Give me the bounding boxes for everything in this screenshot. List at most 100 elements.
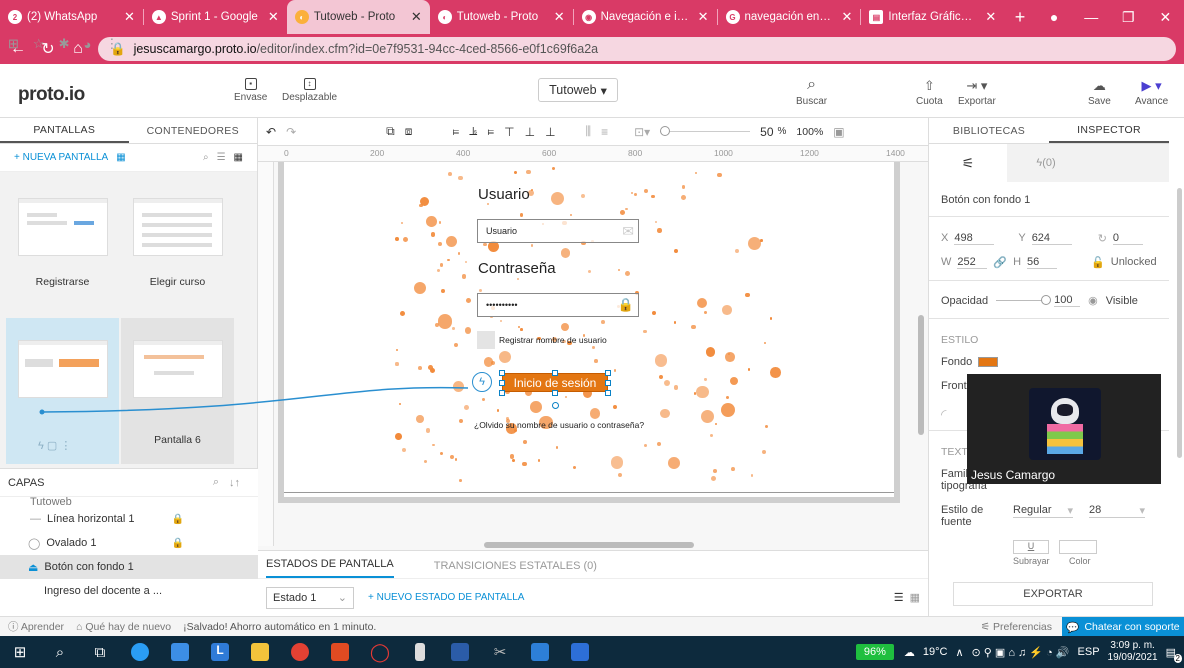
zoom-100-button[interactable]: 100% [796, 126, 823, 138]
remember-checkbox[interactable] [477, 331, 495, 349]
close-icon[interactable]: ✕ [554, 9, 565, 25]
avatar[interactable]: ◕ [83, 37, 91, 52]
opera-icon[interactable]: ◯ [360, 636, 400, 668]
tab-pantallas[interactable]: PANTALLAS [0, 118, 129, 143]
tray-icons[interactable]: ⊙ ⚲ ▣ ⌂ ♫ ⚡ ◔ 🔊 [972, 646, 1070, 659]
maximize-button[interactable]: ❐ [1110, 0, 1147, 34]
profile-icon[interactable]: ● [1036, 0, 1073, 34]
opacity-input[interactable]: 100 [1054, 294, 1081, 307]
ungroup-icon[interactable]: ⧈ [405, 124, 413, 139]
browser-tab-navegacion[interactable]: ◉ Navegación e inte ✕ [574, 0, 717, 34]
close-icon[interactable]: ✕ [411, 9, 422, 25]
extension-icon[interactable]: ✱ [59, 36, 70, 52]
canvas-hscrollbar[interactable] [484, 542, 694, 548]
preferences-link[interactable]: ⚟ Preferencias [981, 621, 1052, 633]
properties-tab[interactable]: ⚟ [929, 144, 1007, 182]
rotate-handle[interactable] [552, 402, 559, 409]
chrome-icon[interactable] [280, 636, 320, 668]
h-input[interactable]: 56 [1027, 256, 1058, 269]
translate-icon[interactable]: ⊞ [8, 36, 19, 52]
y-input[interactable]: 624 [1031, 232, 1072, 245]
phone-icon[interactable] [400, 636, 440, 668]
weather-icon[interactable]: ☁ [904, 646, 915, 659]
temperature[interactable]: 19°C [923, 646, 948, 658]
language-indicator[interactable]: ESP [1078, 646, 1100, 658]
username-field[interactable]: Usuario ✉ [477, 219, 639, 243]
battery-indicator[interactable]: 96% [855, 644, 894, 660]
align-center-icon[interactable]: ⫡ [469, 124, 477, 139]
align-top-icon[interactable]: ⊤ [504, 125, 514, 139]
tab-transiciones[interactable]: TRANSICIONES ESTATALES (0) [434, 560, 597, 578]
close-icon[interactable]: ✕ [124, 9, 135, 25]
redo-icon[interactable]: ↷ [286, 125, 296, 139]
align-bottom-icon[interactable]: ⊥ [545, 125, 555, 139]
rotation-input[interactable]: 0 [1112, 232, 1143, 245]
password-field[interactable]: •••••••••• 🔒 [477, 293, 639, 317]
list-view-icon[interactable]: ☰ [217, 152, 226, 163]
minimize-button[interactable]: — [1073, 0, 1110, 34]
notifications-icon[interactable]: ▤ 2 [1166, 646, 1182, 663]
office-icon[interactable] [320, 636, 360, 668]
lock-icon[interactable]: 🔒 [172, 538, 184, 549]
save-button[interactable]: ☁ Save [1088, 78, 1111, 107]
word-icon[interactable] [440, 636, 480, 668]
screen-thumb-elegir-curso[interactable]: Elegir curso [121, 172, 234, 306]
resize-handle[interactable] [499, 370, 505, 376]
edge-icon[interactable] [120, 636, 160, 668]
interactions-tab[interactable]: ϟ (0) [1007, 144, 1085, 182]
canvas-vscrollbar[interactable] [918, 315, 924, 435]
fit-icon[interactable]: ▣ [833, 125, 844, 139]
browser-tab-tutoweb-active[interactable]: ◐ Tutoweb - Proto ✕ [286, 0, 430, 34]
resize-handle[interactable] [499, 390, 505, 396]
distribute-v-icon[interactable]: ≡ [601, 125, 608, 139]
zoom-mode-icon[interactable]: ⊡▾ [634, 125, 650, 139]
x-input[interactable]: 498 [954, 232, 995, 245]
group-icon[interactable]: ⧉ [386, 124, 395, 139]
chevron-up-icon[interactable]: ∧ [955, 646, 963, 659]
sort-icon[interactable]: ↓↑ [229, 477, 240, 489]
search-icon[interactable]: ⌕ [203, 152, 209, 163]
tab-estados[interactable]: ESTADOS DE PANTALLA [266, 558, 394, 578]
app-l-icon[interactable]: L [200, 636, 240, 668]
close-icon[interactable]: ✕ [842, 9, 853, 25]
close-icon[interactable]: ✕ [268, 9, 279, 25]
opacity-slider[interactable] [996, 295, 1052, 305]
w-input[interactable]: 252 [957, 256, 988, 269]
search-icon[interactable]: ⌕ [213, 476, 219, 489]
font-style-select[interactable]: Regular ▾ [1013, 504, 1073, 518]
export-button[interactable]: EXPORTAR [953, 582, 1153, 606]
file-explorer-icon[interactable] [240, 636, 280, 668]
camera-icon[interactable] [560, 636, 600, 668]
clock[interactable]: 3:09 p. m. 19/09/2021 [1108, 640, 1158, 664]
screen-thumb-registrarse[interactable]: Registrarse [6, 172, 119, 306]
url-field[interactable]: 🔒 jesuscamargo.proto.io/editor/index.cfm… [98, 37, 1176, 61]
resize-handle[interactable] [605, 380, 611, 386]
grid-view-icon[interactable]: ▦ [910, 591, 920, 604]
layer-item[interactable]: — Línea horizontal 1 🔒 [0, 507, 258, 531]
screen-type-icon[interactable]: ▦ [116, 152, 125, 163]
artboard[interactable]: Usuario Usuario ✉ Contraseña •••••••••• 🔒 … [278, 162, 900, 503]
fill-color-swatch[interactable] [978, 357, 999, 367]
close-window-button[interactable]: ✕ [1147, 0, 1184, 34]
zoom-slider[interactable] [660, 126, 751, 136]
export-menu-button[interactable]: ⇥ ▾ Exportar [958, 78, 996, 107]
resize-handle[interactable] [552, 370, 558, 376]
lock-icon[interactable]: 🔒 [172, 514, 184, 525]
inspector-scrollbar[interactable] [1177, 188, 1182, 458]
mail-icon[interactable] [160, 636, 200, 668]
browser-tab-sprint[interactable]: ▲ Sprint 1 - Google ✕ [144, 0, 287, 34]
preview-button[interactable]: ▶ ▾ Avance [1135, 78, 1168, 107]
page-select[interactable]: Tutoweb ▾ [538, 78, 618, 102]
tab-contenedores[interactable]: CONTENEDORES [129, 118, 258, 143]
link-icon[interactable]: 🔗 [993, 256, 1007, 269]
menu-icon[interactable]: ⋮ [105, 36, 118, 52]
browser-tab-interfaz[interactable]: ▤ Interfaz Gráfica d ✕ [861, 0, 1004, 34]
learn-link[interactable]: ⓘ Aprender [8, 619, 64, 634]
tab-bibliotecas[interactable]: BIBLIOTECAS [929, 118, 1049, 143]
new-tab-button[interactable]: + [1004, 0, 1035, 34]
state-select[interactable]: Estado 1 ⌄ [266, 586, 354, 609]
list-view-icon[interactable]: ☰ [894, 591, 904, 604]
browser-tab-tutoweb[interactable]: ◐ Tutoweb - Proto ✕ [430, 0, 573, 34]
desplazable-button[interactable]: ↕ Desplazable [282, 78, 337, 103]
resize-handle[interactable] [552, 390, 558, 396]
